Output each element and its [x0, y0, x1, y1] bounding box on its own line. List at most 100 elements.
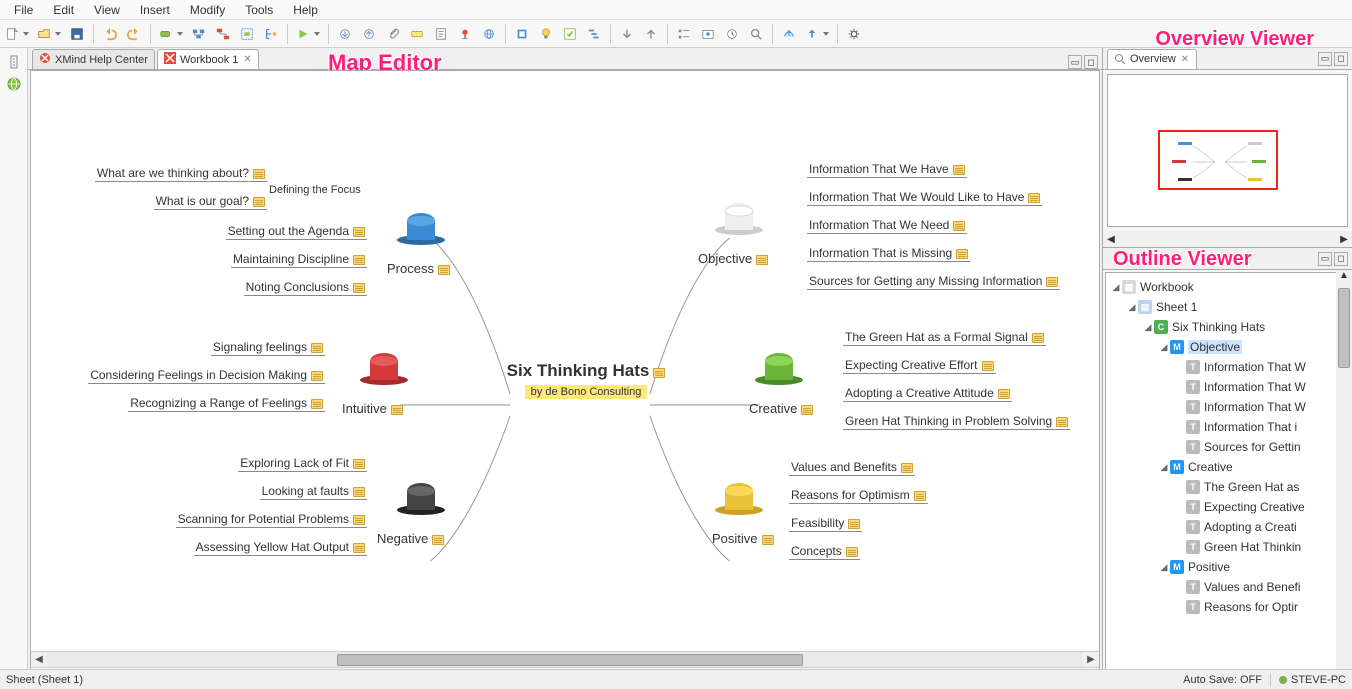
minimize-panel-button[interactable]: ▭ [1318, 252, 1332, 266]
menu-edit[interactable]: Edit [43, 1, 84, 19]
topic-item[interactable]: Considering Feelings in Decision Making [88, 367, 325, 384]
topic-item[interactable]: Expecting Creative Effort [843, 357, 996, 374]
hyperlink-button[interactable] [478, 23, 500, 45]
scroll-thumb[interactable] [337, 654, 803, 666]
attachment-button[interactable] [382, 23, 404, 45]
tab-help-center[interactable]: XMind Help Center [32, 49, 155, 69]
topic-item[interactable]: Information That We Have [807, 161, 967, 178]
boundary-button[interactable] [236, 23, 258, 45]
note-icon[interactable] [1046, 277, 1058, 287]
new-button[interactable] [2, 23, 32, 45]
note-icon[interactable] [956, 249, 968, 259]
tab-workbook[interactable]: Workbook 1 ✕ [157, 49, 260, 69]
maximize-panel-button[interactable]: ◻ [1334, 252, 1348, 266]
topic-item[interactable]: Signaling feelings [211, 339, 325, 356]
topic-item[interactable]: Information That We Need [807, 217, 967, 234]
redo-button[interactable] [123, 23, 145, 45]
share-button[interactable] [802, 23, 832, 45]
note-icon[interactable] [1032, 333, 1044, 343]
topic-item[interactable]: Exploring Lack of Fit [238, 455, 367, 472]
maximize-panel-button[interactable]: ◻ [1334, 52, 1348, 66]
outline-leaf[interactable]: Adopting a Creati [1204, 520, 1297, 534]
notes-button[interactable] [430, 23, 452, 45]
note-icon[interactable] [432, 535, 444, 545]
overview-tab[interactable]: Overview ✕ [1107, 49, 1197, 69]
note-icon[interactable] [762, 535, 774, 545]
note-icon[interactable] [353, 515, 365, 525]
scroll-left-icon[interactable]: ◀ [31, 652, 47, 668]
drillup-button[interactable] [358, 23, 380, 45]
outline-leaf[interactable]: Reasons for Optir [1204, 600, 1298, 614]
topic-item[interactable]: Adopting a Creative Attitude [843, 385, 1012, 402]
topic-item[interactable]: What are we thinking about? [95, 165, 267, 182]
outline-leaf[interactable]: Information That W [1204, 360, 1306, 374]
topic-item[interactable]: Information That is Missing [807, 245, 970, 262]
note-icon[interactable] [901, 463, 913, 473]
note-icon[interactable] [353, 283, 365, 293]
topic-item[interactable]: Assessing Yellow Hat Output [194, 539, 367, 556]
gutter-collapse-icon[interactable] [6, 54, 22, 70]
canvas-hscrollbar[interactable]: ◀ ▶ [31, 651, 1099, 667]
topic-item[interactable]: What is our goal? [154, 193, 267, 210]
note-icon[interactable] [311, 343, 323, 353]
topic-item[interactable]: Values and Benefits [789, 459, 915, 476]
menu-view[interactable]: View [84, 1, 130, 19]
marker-button[interactable] [511, 23, 533, 45]
note-icon[interactable] [253, 197, 265, 207]
branch-negative[interactable]: Negative [377, 531, 444, 546]
outline-vscrollbar[interactable]: ▲ ▼ [1336, 270, 1352, 686]
note-icon[interactable] [391, 405, 403, 415]
minimize-panel-button[interactable]: ▭ [1318, 52, 1332, 66]
scroll-right-icon[interactable]: ▶ [1083, 652, 1099, 668]
minimize-view-button[interactable]: ▭ [1068, 55, 1082, 69]
search-button[interactable] [745, 23, 767, 45]
maximize-view-button[interactable]: ◻ [1084, 55, 1098, 69]
outline-leaf[interactable]: The Green Hat as [1204, 480, 1299, 494]
note-icon[interactable] [353, 543, 365, 553]
outline-node[interactable]: Objective [1188, 340, 1242, 354]
branch-objective[interactable]: Objective [698, 251, 768, 266]
menu-tools[interactable]: Tools [235, 1, 283, 19]
outline-leaf[interactable]: Values and Benefi [1204, 580, 1301, 594]
close-icon[interactable]: ✕ [1180, 54, 1190, 64]
close-icon[interactable]: ✕ [242, 55, 252, 65]
note-icon[interactable] [801, 405, 813, 415]
outline-root[interactable]: Workbook [1140, 280, 1194, 294]
open-button[interactable] [34, 23, 64, 45]
index-button[interactable] [673, 23, 695, 45]
topic-button[interactable] [156, 23, 186, 45]
topic-item[interactable]: Noting Conclusions [244, 279, 367, 296]
note-icon[interactable] [353, 255, 365, 265]
note-icon[interactable] [982, 361, 994, 371]
label-button[interactable] [406, 23, 428, 45]
topic-item[interactable]: Looking at faults [260, 483, 367, 500]
branch-intuitive[interactable]: Intuitive [342, 401, 403, 416]
up-button[interactable] [640, 23, 662, 45]
topic-item[interactable]: Green Hat Thinking in Problem Solving [843, 413, 1070, 430]
menu-help[interactable]: Help [283, 1, 328, 19]
note-icon[interactable] [1056, 417, 1068, 427]
outline-center[interactable]: Six Thinking Hats [1172, 320, 1265, 334]
menu-file[interactable]: File [4, 1, 43, 19]
note-icon[interactable] [914, 491, 926, 501]
note-icon[interactable] [848, 519, 860, 529]
note-icon[interactable] [253, 169, 265, 179]
clock-button[interactable] [721, 23, 743, 45]
scroll-up-icon[interactable]: ▲ [1336, 270, 1352, 286]
scroll-left-icon[interactable]: ◀ [1103, 234, 1119, 245]
drilldown-button[interactable] [334, 23, 356, 45]
note-icon[interactable] [953, 165, 965, 175]
overview-viewport[interactable] [1158, 130, 1278, 190]
topic-item[interactable]: Setting out the Agenda [226, 223, 367, 240]
outline-node[interactable]: Positive [1188, 560, 1230, 574]
outline-leaf[interactable]: Green Hat Thinkin [1204, 540, 1301, 554]
task-button[interactable] [559, 23, 581, 45]
canvas[interactable]: Six Thinking Hats by de Bono Consulting … [30, 70, 1100, 686]
save-button[interactable] [66, 23, 88, 45]
undo-button[interactable] [99, 23, 121, 45]
scroll-thumb[interactable] [1338, 288, 1350, 368]
gantt-button[interactable] [583, 23, 605, 45]
topic-item[interactable]: Feasibility [789, 515, 862, 532]
scroll-right-icon[interactable]: ▶ [1336, 234, 1352, 245]
note-icon[interactable] [353, 459, 365, 469]
